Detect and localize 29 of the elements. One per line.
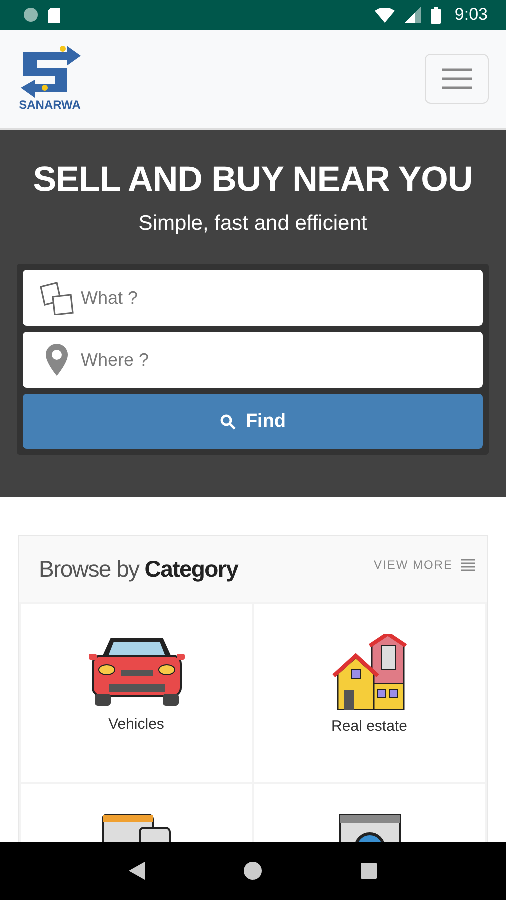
washing-machine-icon [338, 814, 400, 842]
what-field[interactable]: What ? [23, 270, 483, 326]
card-title: Browse by Category [39, 556, 238, 582]
category-label: Vehicles [108, 716, 164, 733]
hero-subtitle: Simple, fast and efficient [138, 212, 368, 236]
squares-icon [39, 281, 75, 315]
devices-icon [102, 814, 172, 842]
category-label: Real estate [332, 718, 408, 735]
where-field[interactable]: Where ? [23, 332, 483, 388]
battery-icon [430, 6, 441, 24]
recents-icon[interactable] [360, 863, 377, 879]
category-tile[interactable]: Vehicles [21, 604, 252, 782]
logo-text: SANARWA [19, 98, 81, 112]
wifi-icon [374, 8, 395, 22]
search-icon [220, 414, 236, 430]
signal-icon [404, 7, 421, 23]
status-time: 9:03 [454, 5, 488, 25]
find-button[interactable]: Find [23, 394, 483, 449]
list-icon [461, 558, 475, 572]
menu-icon [442, 68, 472, 90]
home-icon[interactable] [244, 862, 262, 880]
notification-dot-icon [24, 8, 38, 22]
back-icon[interactable] [129, 862, 146, 880]
category-tile[interactable]: Real estate [254, 604, 485, 782]
menu-button[interactable] [425, 54, 489, 104]
logo-icon [19, 46, 81, 98]
houses-icon [332, 634, 408, 710]
hero-title: SELL AND BUY NEAR YOU [33, 160, 473, 200]
sd-card-icon [48, 8, 60, 22]
